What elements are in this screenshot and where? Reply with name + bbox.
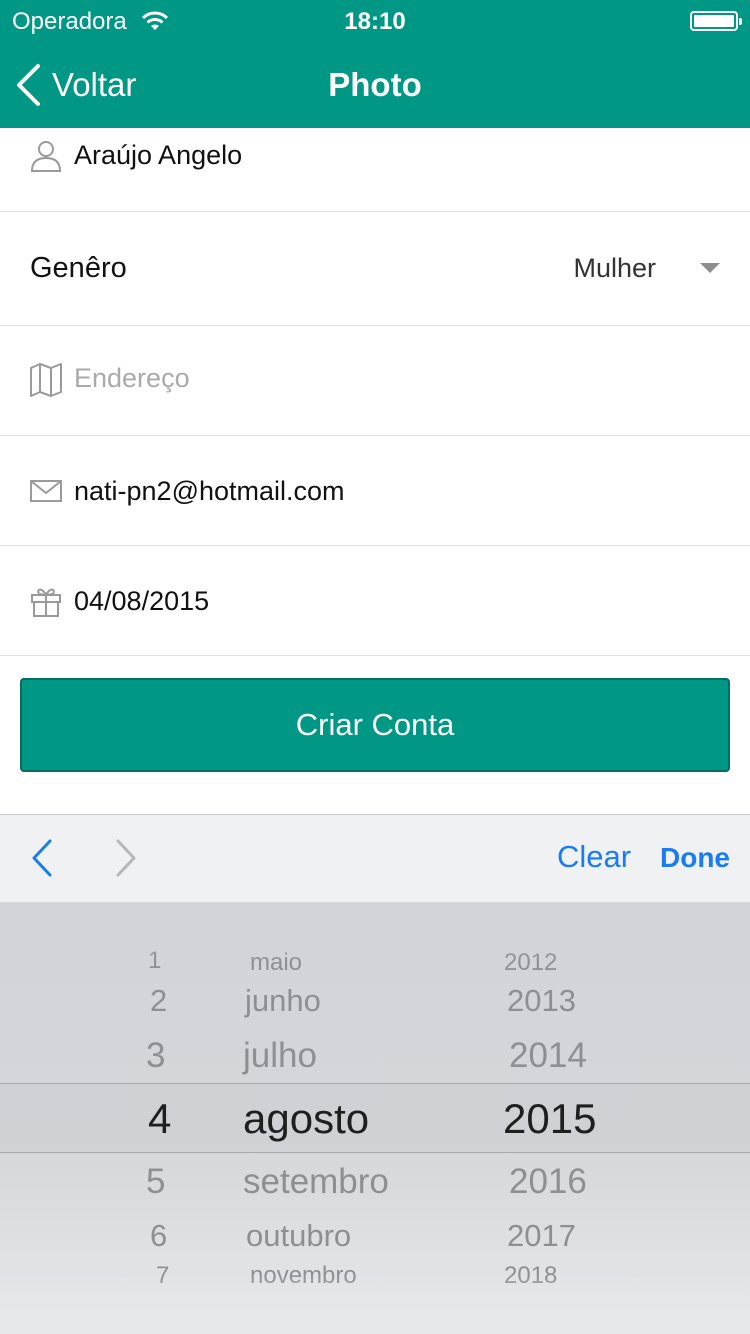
page-title: Photo <box>328 66 422 103</box>
name-row[interactable]: Araújo Angelo <box>0 128 750 212</box>
map-icon <box>30 363 62 397</box>
name-field[interactable]: Araújo Angelo <box>74 140 242 171</box>
clear-button[interactable]: Clear <box>557 839 631 875</box>
picker-fade-top <box>0 902 750 962</box>
status-time: 18:10 <box>344 8 406 35</box>
picker-month[interactable]: setembro <box>243 1162 389 1202</box>
caret-down-icon[interactable] <box>700 263 720 273</box>
gender-select[interactable]: Mulher <box>573 253 656 284</box>
envelope-icon <box>30 480 62 502</box>
birthday-row[interactable]: 04/08/2015 <box>0 546 750 656</box>
picker-day[interactable]: 6 <box>150 1218 167 1254</box>
person-icon <box>30 141 62 172</box>
picker-fade-bottom <box>0 1274 750 1334</box>
picker-year[interactable]: 2016 <box>509 1162 587 1202</box>
nav-bar: Operadora 18:10 Voltar Photo <box>0 0 750 128</box>
address-input[interactable]: Endereço <box>74 363 190 394</box>
chevron-right-icon[interactable] <box>112 837 140 879</box>
picker-month[interactable]: outubro <box>246 1218 351 1254</box>
picker-selection-band <box>0 1083 750 1153</box>
picker-day[interactable]: 5 <box>146 1162 165 1202</box>
gender-label: Genêro <box>30 252 127 284</box>
address-row[interactable]: Endereço <box>0 326 750 436</box>
gift-icon <box>31 588 61 617</box>
picker-year-selected[interactable]: 2015 <box>503 1095 596 1143</box>
picker-year[interactable]: 2014 <box>509 1036 587 1076</box>
picker-day[interactable]: 2 <box>150 983 167 1019</box>
picker-year[interactable]: 2013 <box>507 983 576 1019</box>
battery-icon <box>690 11 742 31</box>
gender-row[interactable]: Genêro Mulher <box>0 212 750 326</box>
create-account-button[interactable]: Criar Conta <box>20 678 730 772</box>
picker-year[interactable]: 2017 <box>507 1218 576 1254</box>
chevron-left-icon[interactable] <box>28 837 56 879</box>
email-row[interactable]: nati-pn2@hotmail.com <box>0 436 750 546</box>
date-picker[interactable]: 1 2 3 4 5 6 7 maio junho julho agosto se… <box>0 902 750 1334</box>
done-button[interactable]: Done <box>660 842 730 874</box>
picker-day-selected[interactable]: 4 <box>148 1095 171 1143</box>
keyboard-toolbar: Clear Done <box>0 814 750 902</box>
picker-day[interactable]: 3 <box>146 1036 165 1076</box>
birthday-field[interactable]: 04/08/2015 <box>74 586 209 617</box>
picker-month[interactable]: junho <box>245 983 321 1019</box>
picker-month-selected[interactable]: agosto <box>243 1095 369 1143</box>
picker-month[interactable]: julho <box>243 1036 317 1076</box>
email-field[interactable]: nati-pn2@hotmail.com <box>74 476 345 507</box>
